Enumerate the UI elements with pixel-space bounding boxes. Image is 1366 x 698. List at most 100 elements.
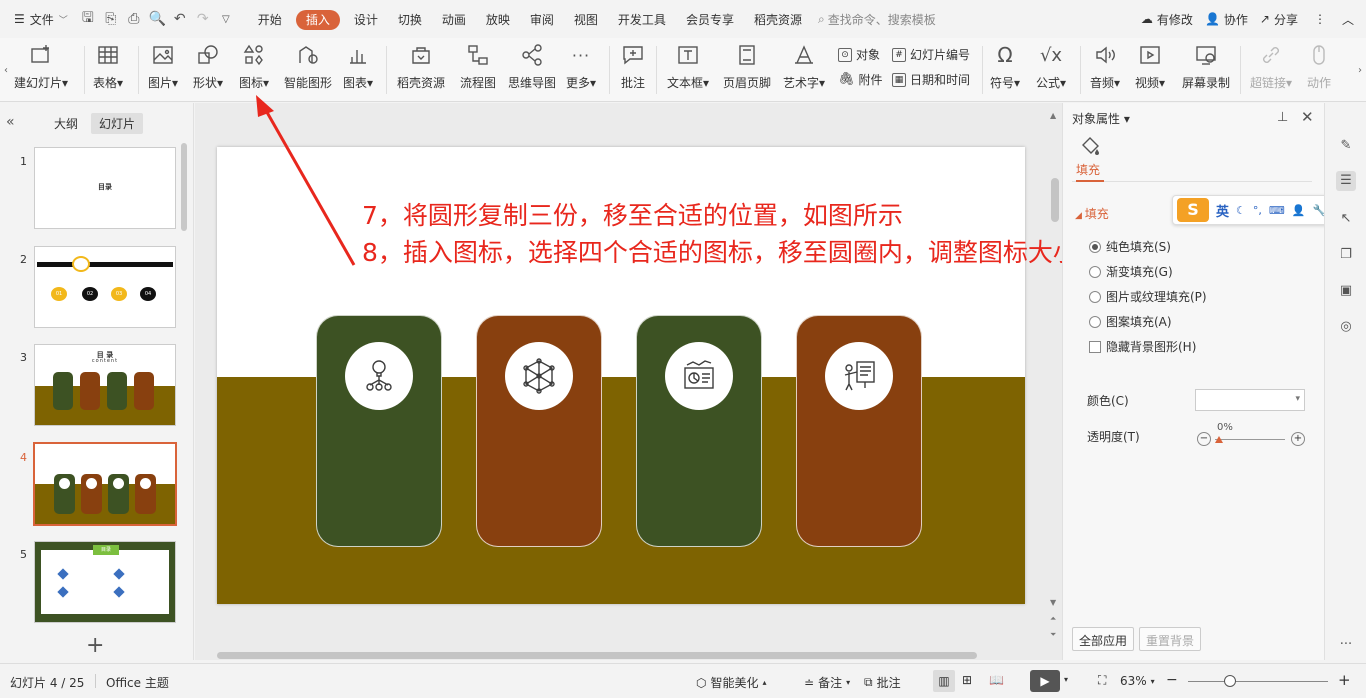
- normal-view-icon[interactable]: ▥: [933, 670, 955, 692]
- style-brush-icon[interactable]: ✎: [1336, 136, 1356, 156]
- flowchart-button[interactable]: 流程图: [460, 42, 496, 91]
- ribbon-scroll-right-icon[interactable]: ›: [1354, 38, 1366, 102]
- tab-outline[interactable]: 大纲: [46, 113, 86, 134]
- zoom-out-icon[interactable]: −: [1166, 672, 1178, 688]
- audio-button[interactable]: 音频▾: [1090, 42, 1120, 91]
- smartart-button[interactable]: 智能图形: [284, 42, 332, 91]
- slide-thumbnail-2[interactable]: 01 02 03 04: [34, 246, 176, 328]
- command-search[interactable]: ⌕ 查找命令、搜索模板: [818, 11, 936, 28]
- video-button[interactable]: 视频▾: [1135, 42, 1165, 91]
- mindmap-button[interactable]: 思维导图: [508, 42, 556, 91]
- zoom-in-icon[interactable]: +: [1338, 671, 1351, 689]
- tab-transition[interactable]: 切换: [388, 11, 432, 28]
- slider-track[interactable]: [1215, 439, 1285, 440]
- fit-window-icon[interactable]: ⛶: [1098, 673, 1106, 688]
- hyperlink-button[interactable]: 超链接▾: [1250, 42, 1292, 91]
- thumbnails-scrollbar[interactable]: [181, 143, 187, 231]
- more-icon[interactable]: ⋮: [1304, 12, 1336, 26]
- attachment-button[interactable]: 🖇 附件: [838, 71, 883, 88]
- chart-button[interactable]: 图表▾: [343, 42, 373, 91]
- redo-icon[interactable]: ↷: [195, 11, 211, 27]
- table-button[interactable]: 表格▾: [93, 42, 123, 91]
- zoom-slider-track[interactable]: [1188, 681, 1328, 682]
- print-preview-icon[interactable]: 🔍: [149, 11, 166, 27]
- reading-view-icon[interactable]: 📖: [989, 673, 1004, 687]
- slide-thumbnail-5[interactable]: 目录: [34, 541, 176, 623]
- copy-icon[interactable]: ❐: [1336, 245, 1356, 265]
- theme-name[interactable]: Office 主题: [106, 674, 169, 691]
- canvas-horizontal-scrollbar[interactable]: [217, 652, 977, 659]
- file-menu[interactable]: ☰ 文件 ﹀: [0, 11, 80, 28]
- picture-fill-option[interactable]: 图片或纹理填充(P): [1089, 288, 1207, 305]
- slide-thumbnail-4[interactable]: [33, 442, 177, 526]
- play-slideshow-button[interactable]: ▶: [1030, 670, 1060, 692]
- properties-icon[interactable]: ☰: [1336, 171, 1356, 191]
- select-icon[interactable]: ↖: [1336, 209, 1356, 229]
- fill-bucket-icon[interactable]: [1079, 135, 1101, 157]
- zoom-slider-knob[interactable]: [1224, 675, 1236, 687]
- grid-view-icon[interactable]: ⊞: [962, 673, 972, 687]
- plus-icon[interactable]: +: [1291, 432, 1305, 446]
- tab-docer[interactable]: 稻壳资源: [744, 11, 812, 28]
- tab-home[interactable]: 开始: [248, 11, 292, 28]
- notes-button[interactable]: ≐ 备注 ▾: [804, 674, 850, 691]
- screen-record-button[interactable]: 屏幕录制: [1182, 42, 1230, 91]
- more-dots-icon[interactable]: ···: [1336, 635, 1356, 655]
- docer-button[interactable]: 稻壳资源: [397, 42, 445, 91]
- save-icon[interactable]: 🖫: [80, 7, 96, 31]
- slider-knob[interactable]: [1215, 436, 1223, 443]
- new-slide-button[interactable]: 建幻灯片▾: [14, 42, 68, 91]
- radio-solid[interactable]: [1089, 240, 1101, 253]
- collaborate-button[interactable]: 👤 协作: [1199, 11, 1254, 28]
- slide-thumbnail-1[interactable]: 目录: [34, 147, 176, 229]
- solid-fill-option[interactable]: 纯色填充(S): [1089, 238, 1171, 255]
- beautify-button[interactable]: ⬡ 智能美化 ▴: [696, 674, 767, 691]
- undo-icon[interactable]: ↶: [172, 11, 188, 27]
- minus-icon[interactable]: −: [1197, 432, 1211, 446]
- compass-icon[interactable]: ◎: [1336, 317, 1356, 337]
- symbol-button[interactable]: Ω 符号▾: [990, 42, 1020, 91]
- card-1[interactable]: [316, 315, 442, 547]
- header-footer-button[interactable]: 页眉页脚: [723, 42, 771, 91]
- pattern-fill-option[interactable]: 图案填充(A): [1089, 313, 1172, 330]
- prev-slide-icon[interactable]: ⏶: [1050, 614, 1056, 624]
- tab-fill[interactable]: 填充: [1076, 161, 1100, 178]
- card-circle[interactable]: [825, 342, 893, 410]
- card-circle[interactable]: [505, 342, 573, 410]
- scroll-down-icon[interactable]: ▼: [1050, 598, 1056, 607]
- collapse-panel-icon[interactable]: «: [6, 114, 15, 130]
- fill-section-header[interactable]: ◢ 填充: [1075, 205, 1109, 222]
- tab-insert[interactable]: 插入: [292, 9, 344, 30]
- shape-button[interactable]: 形状▾: [193, 42, 223, 91]
- ime-language[interactable]: 英: [1216, 201, 1229, 220]
- gradient-fill-option[interactable]: 渐变填充(G): [1089, 263, 1173, 280]
- ribbon-scroll-left-icon[interactable]: ‹: [0, 38, 12, 102]
- tab-view[interactable]: 视图: [564, 11, 608, 28]
- customize-dropdown-icon[interactable]: ▽: [218, 14, 234, 25]
- moon-icon[interactable]: ☾: [1236, 204, 1246, 217]
- close-icon[interactable]: ✕: [1301, 108, 1314, 126]
- textbox-button[interactable]: 文本框▾: [667, 42, 709, 91]
- icon-button[interactable]: 图标▾: [239, 42, 269, 91]
- card-circle[interactable]: [665, 342, 733, 410]
- share-button[interactable]: ↗ 分享: [1254, 11, 1304, 28]
- zoom-dropdown[interactable]: 63% ▾: [1120, 674, 1155, 688]
- pin-icon[interactable]: ⊥: [1277, 110, 1288, 125]
- tab-developer[interactable]: 开发工具: [608, 11, 676, 28]
- transparency-slider[interactable]: − 0% +: [1197, 422, 1307, 446]
- tab-design[interactable]: 设计: [344, 11, 388, 28]
- comments-button[interactable]: ⧉ 批注: [864, 674, 901, 691]
- tab-member[interactable]: 会员专享: [676, 11, 744, 28]
- scroll-up-icon[interactable]: ▲: [1050, 111, 1056, 120]
- punctuation-icon[interactable]: °,: [1253, 204, 1262, 217]
- reset-background-button[interactable]: 重置背景: [1139, 627, 1202, 651]
- slide-thumbnail-3[interactable]: 目 录 content: [34, 344, 176, 426]
- tab-slideshow[interactable]: 放映: [476, 11, 520, 28]
- sync-status-button[interactable]: ☁ 有修改: [1135, 11, 1199, 28]
- panel-title[interactable]: 对象属性 ▾: [1072, 110, 1130, 127]
- action-button[interactable]: 动作: [1306, 42, 1332, 91]
- canvas-vertical-scrollbar[interactable]: [1051, 178, 1059, 222]
- next-slide-icon[interactable]: ⏷: [1050, 630, 1056, 640]
- radio-pattern[interactable]: [1089, 315, 1101, 328]
- add-slide-icon[interactable]: +: [86, 633, 104, 658]
